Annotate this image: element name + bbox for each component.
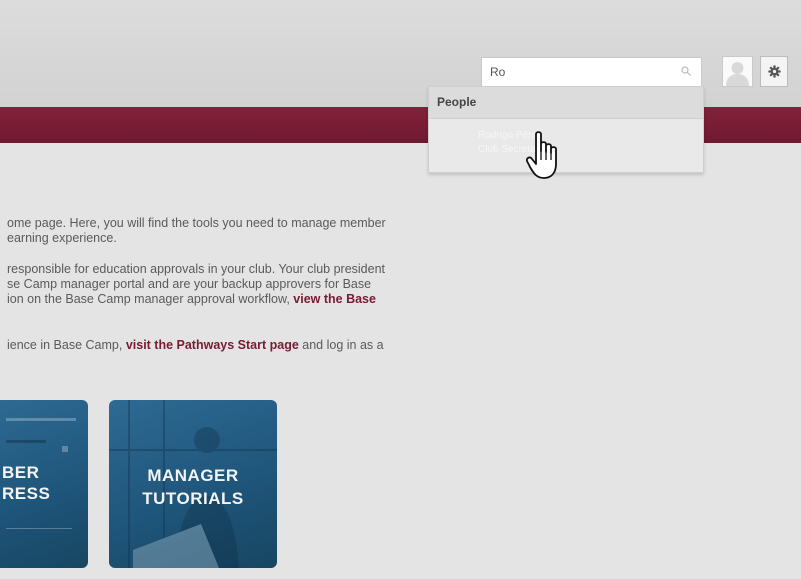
search-box[interactable] — [481, 57, 702, 87]
tile-title-line-2: TUTORIALS — [142, 489, 244, 508]
people-section-header: People — [429, 87, 703, 119]
search-results-dropdown: People Rodrigo Pérez Club Secretary — [428, 86, 704, 173]
member-progress-tile[interactable]: BER RESS — [0, 400, 88, 568]
approvals-line-3-text: ion on the Base Camp manager approval wo… — [7, 292, 294, 306]
search-input[interactable] — [490, 64, 670, 80]
approvals-line-2: se Camp manager portal and are your back… — [7, 277, 372, 291]
approvals-line-1: responsible for education approvals in y… — [7, 262, 386, 276]
tile-title-line-2: RESS — [2, 484, 51, 503]
search-icon[interactable] — [681, 66, 691, 76]
pathways-line: ience in Base Camp, visit the Pathways S… — [7, 338, 384, 353]
intro-line-1: ome page. Here, you will find the tools … — [7, 216, 386, 230]
tile-title-line-1: BER — [2, 463, 40, 482]
intro-line-2: earning experience. — [7, 231, 117, 245]
view-base-camp-link[interactable]: view the Base — [293, 292, 376, 306]
pathways-text-after: and log in as a — [298, 338, 384, 352]
pathways-start-link[interactable]: visit the Pathways Start page — [126, 338, 299, 352]
search-result-person[interactable]: Rodrigo Pérez Club Secretary — [429, 119, 703, 173]
approvals-line-3: ion on the Base Camp manager approval wo… — [7, 292, 376, 307]
manager-tutorials-tile[interactable]: MANAGER TUTORIALS — [109, 400, 277, 568]
gear-icon — [767, 65, 781, 78]
hand-cursor-icon — [526, 131, 557, 179]
tile-title-line-1: MANAGER — [147, 466, 239, 485]
user-silhouette-icon — [723, 57, 752, 86]
user-avatar[interactable] — [722, 56, 753, 87]
settings-button[interactable] — [760, 56, 788, 87]
pathways-text-before: ience in Base Camp, — [7, 338, 126, 352]
